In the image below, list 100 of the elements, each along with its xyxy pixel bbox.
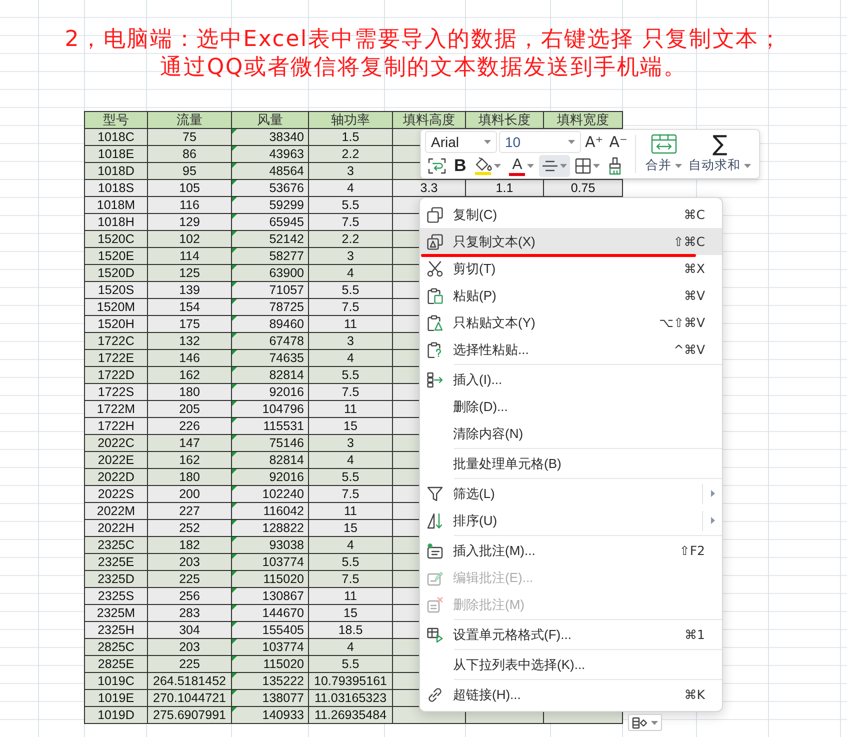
square-diamond-icon xyxy=(632,716,648,728)
table-cell: 128822 xyxy=(232,520,309,537)
table-cell: 53676 xyxy=(232,180,309,197)
table-cell: 4 xyxy=(309,452,393,469)
menu-item[interactable]: 批量处理单元格(B) xyxy=(420,450,722,477)
autosum-button[interactable]: ∑ 自动求和 xyxy=(685,132,754,176)
corner-triangle-icon xyxy=(232,299,237,304)
table-cell: 15 xyxy=(309,418,393,435)
table-cell: 1019E xyxy=(85,690,148,707)
font-size-select[interactable]: 10 xyxy=(499,131,581,153)
column-header: 填料宽度 xyxy=(544,112,623,129)
table-cell: 144670 xyxy=(232,605,309,622)
table-cell: 129 xyxy=(148,214,232,231)
table-cell: 67478 xyxy=(232,333,309,350)
table-cell: 92016 xyxy=(232,469,309,486)
table-cell: 103774 xyxy=(232,554,309,571)
align-button[interactable] xyxy=(539,155,570,177)
corner-triangle-icon xyxy=(232,163,237,168)
font-size-step-button[interactable]: A⁻ xyxy=(607,131,630,153)
menu-item[interactable]: 清除内容(N) xyxy=(420,420,722,447)
note-cross-icon xyxy=(427,596,443,612)
menu-item[interactable]: 设置单元格格式(F)... ⌘1 xyxy=(420,621,722,648)
corner-triangle-icon xyxy=(232,673,237,678)
table-cell: 105 xyxy=(148,180,232,197)
table-cell: 7.5 xyxy=(309,571,393,588)
menu-item[interactable]: 剪切(T) ⌘X xyxy=(420,255,722,282)
table-cell: 65945 xyxy=(232,214,309,231)
menu-item[interactable]: 只粘贴文本(Y) ⌥⇧⌘V xyxy=(420,309,722,336)
table-cell: 5.5 xyxy=(309,367,393,384)
table-cell: 1722E xyxy=(85,350,148,367)
menu-item[interactable]: 选择性粘贴... ^⌘V xyxy=(420,336,722,363)
menu-item[interactable]: 删除(D)... xyxy=(420,393,722,420)
menu-item[interactable]: 超链接(H)... ⌘K xyxy=(420,681,722,708)
keyboard-shortcut: ⌘K xyxy=(684,687,705,702)
menu-item[interactable]: 复制(C) ⌘C xyxy=(420,201,722,228)
font-size-step-button[interactable]: A⁺ xyxy=(583,131,606,153)
paste-options-button[interactable] xyxy=(628,714,662,731)
menu-item[interactable]: 排序(U) xyxy=(420,507,722,534)
table-cell: 1019D xyxy=(85,707,148,724)
table-cell: 256 xyxy=(148,588,232,605)
font-color-button[interactable]: A xyxy=(506,155,538,177)
clipboard-icon xyxy=(427,288,443,304)
table-cell: 103774 xyxy=(232,639,309,656)
table-cell: 15 xyxy=(309,605,393,622)
table-cell: 1019C xyxy=(85,673,148,690)
table-cell: 1018C xyxy=(85,129,148,146)
table-cell: 59299 xyxy=(232,197,309,214)
table-cell: 203 xyxy=(148,554,232,571)
corner-triangle-icon xyxy=(232,554,237,559)
menu-item[interactable]: 插入(I)... xyxy=(420,366,722,393)
table-cell: 5.5 xyxy=(309,282,393,299)
table-cell: 1018D xyxy=(85,163,148,180)
menu-item[interactable]: 筛选(L) xyxy=(420,480,722,507)
table-cell: 1722M xyxy=(85,401,148,418)
keyboard-shortcut: ⇧F2 xyxy=(679,543,705,558)
copy-triangle-icon xyxy=(427,234,443,250)
keyboard-shortcut: ⌥⇧⌘V xyxy=(659,315,705,330)
table-cell: 48564 xyxy=(232,163,309,180)
corner-triangle-icon xyxy=(232,146,237,151)
table-cell: 71057 xyxy=(232,282,309,299)
table-cell: 2325S xyxy=(85,588,148,605)
corner-triangle-icon xyxy=(232,656,237,661)
table-cell: 11 xyxy=(309,588,393,605)
table-cell: 93038 xyxy=(232,537,309,554)
link-icon xyxy=(427,686,443,702)
bold-button[interactable]: B xyxy=(451,155,470,177)
table-cell: 154 xyxy=(148,299,232,316)
funnel-icon xyxy=(427,486,443,502)
table-cell: 2.2 xyxy=(309,146,393,163)
table-cell: 1520H xyxy=(85,316,148,333)
table-cell: 304 xyxy=(148,622,232,639)
table-cell: 63900 xyxy=(232,265,309,282)
table-cell: 5.5 xyxy=(309,656,393,673)
table-cell: 1.5 xyxy=(309,129,393,146)
table-cell: 11.26935484 xyxy=(309,707,393,724)
table-cell: 115020 xyxy=(232,571,309,588)
table-cell: 130867 xyxy=(232,588,309,605)
corner-triangle-icon xyxy=(232,197,237,202)
table-cell: 1018S xyxy=(85,180,148,197)
table-cell: 82814 xyxy=(232,367,309,384)
table-cell: 114 xyxy=(148,248,232,265)
menu-item[interactable]: 插入批注(M)... ⇧F2 xyxy=(420,537,722,564)
menu-item[interactable]: 粘贴(P) ⌘V xyxy=(420,282,722,309)
table-cell: 283 xyxy=(148,605,232,622)
table-cell: 102 xyxy=(148,231,232,248)
table-cell: 200 xyxy=(148,486,232,503)
clipboard-triangle-icon xyxy=(427,314,443,330)
column-header: 轴功率 xyxy=(309,112,393,129)
font-select[interactable]: Arial xyxy=(425,131,497,153)
table-cell: 182 xyxy=(148,537,232,554)
table-cell: 58277 xyxy=(232,248,309,265)
keyboard-shortcut: ⌘X xyxy=(684,261,705,276)
corner-triangle-icon xyxy=(232,435,237,440)
merge-button[interactable]: 合并 xyxy=(642,132,686,176)
menu-item[interactable]: 只复制文本(X) ⇧⌘C xyxy=(420,228,722,255)
caret-icon xyxy=(484,140,491,144)
table-cell: 205 xyxy=(148,401,232,418)
corner-triangle-icon xyxy=(232,129,237,134)
corner-triangle-icon xyxy=(232,248,237,253)
menu-item[interactable]: 从下拉列表中选择(K)... xyxy=(420,651,722,678)
